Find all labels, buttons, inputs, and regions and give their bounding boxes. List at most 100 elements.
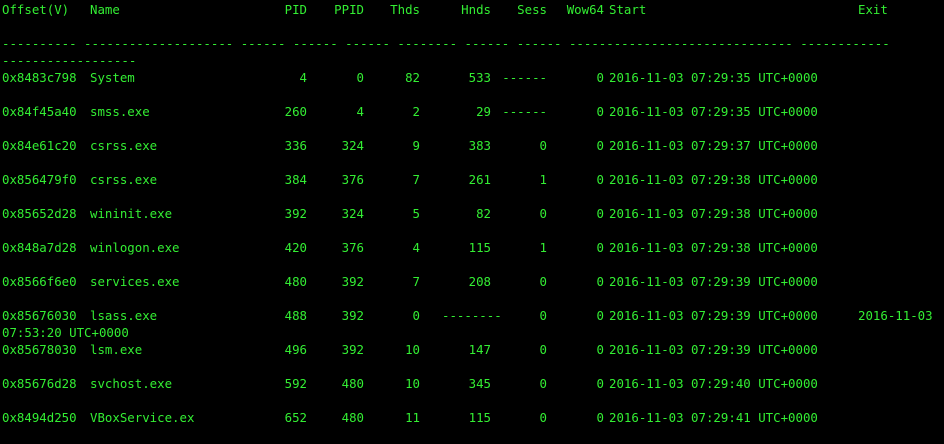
cell-sess: 0 bbox=[539, 410, 547, 425]
cell-wow64: 0 bbox=[596, 274, 604, 289]
cell-thds: 7 bbox=[412, 274, 420, 289]
cell-sess: 1 bbox=[539, 240, 547, 255]
cell-pid: 260 bbox=[284, 104, 307, 119]
cell-hnds: 383 bbox=[468, 138, 491, 153]
cell-name: csrss.exe bbox=[90, 172, 158, 187]
header-pid: PID bbox=[284, 2, 307, 17]
header-name: Name bbox=[90, 2, 120, 17]
header-hnds: Hnds bbox=[461, 2, 491, 17]
cell-start: 2016-11-03 07:29:38 UTC+0000 bbox=[609, 172, 818, 187]
cell-hnds: 82 bbox=[476, 206, 491, 221]
cell-name: VBoxService.ex bbox=[90, 410, 195, 425]
cell-exit: 2016-11-03 bbox=[858, 308, 933, 323]
header-thds: Thds bbox=[390, 2, 420, 17]
cell-thds: 82 bbox=[405, 70, 420, 85]
cell-pid: 336 bbox=[284, 138, 307, 153]
cell-ppid: 480 bbox=[341, 376, 364, 391]
cell-hnds: 115 bbox=[468, 240, 491, 255]
header-wow64: Wow64 bbox=[566, 2, 604, 17]
cell-sess: 0 bbox=[539, 376, 547, 391]
cell-offset: 0x84f45a40 bbox=[2, 104, 77, 119]
terminal-window[interactable]: Offset(V) Name PID PPID Thds Hnds Sess W… bbox=[0, 0, 944, 444]
cell-sess: 0 bbox=[539, 308, 547, 323]
cell-thds: 7 bbox=[412, 172, 420, 187]
cell-sess: 1 bbox=[539, 172, 547, 187]
cell-pid: 480 bbox=[284, 274, 307, 289]
cell-offset: 0x856479f0 bbox=[2, 172, 77, 187]
cell-thds: 4 bbox=[412, 240, 420, 255]
header-ppid: PPID bbox=[334, 2, 364, 17]
cell-name: csrss.exe bbox=[90, 138, 158, 153]
cell-sess: 0 bbox=[539, 138, 547, 153]
cell-start: 2016-11-03 07:29:39 UTC+0000 bbox=[609, 342, 818, 357]
cell-wow64: 0 bbox=[596, 308, 604, 323]
cell-ppid: 324 bbox=[341, 206, 364, 221]
cell-hnds: 208 bbox=[468, 274, 491, 289]
cell-ppid: 4 bbox=[356, 104, 364, 119]
cell-wow64: 0 bbox=[596, 70, 604, 85]
cell-offset: 0x8494d250 bbox=[2, 410, 77, 425]
cell-start: 2016-11-03 07:29:35 UTC+0000 bbox=[609, 70, 818, 85]
cell-name: System bbox=[90, 70, 135, 85]
cell-name: lsm.exe bbox=[90, 342, 143, 357]
cell-wow64: 0 bbox=[596, 138, 604, 153]
cell-thds: 5 bbox=[412, 206, 420, 221]
cell-pid: 4 bbox=[299, 70, 307, 85]
cell-hnds: 261 bbox=[468, 172, 491, 187]
cell-start: 2016-11-03 07:29:40 UTC+0000 bbox=[609, 376, 818, 391]
cell-ppid: 392 bbox=[341, 308, 364, 323]
cell-ppid: 392 bbox=[341, 274, 364, 289]
cell-start: 2016-11-03 07:29:39 UTC+0000 bbox=[609, 308, 818, 323]
cell-wow64: 0 bbox=[596, 342, 604, 357]
cell-pid: 652 bbox=[284, 410, 307, 425]
cell-hnds: 29 bbox=[476, 104, 491, 119]
cell-offset: 0x84e61c20 bbox=[2, 138, 77, 153]
cell-ppid: 392 bbox=[341, 342, 364, 357]
cell-name: services.exe bbox=[90, 274, 180, 289]
cell-hnds: 533 bbox=[468, 70, 491, 85]
cell-offset: 0x8566f6e0 bbox=[2, 274, 77, 289]
separator-line: ---------- -------------------- ------ -… bbox=[2, 36, 890, 51]
cell-thds: 9 bbox=[412, 138, 420, 153]
cell-offset: 0x8483c798 bbox=[2, 70, 77, 85]
cell-start: 2016-11-03 07:29:35 UTC+0000 bbox=[609, 104, 818, 119]
cell-wow64: 0 bbox=[596, 410, 604, 425]
cell-start: 2016-11-03 07:29:38 UTC+0000 bbox=[609, 240, 818, 255]
cell-wow64: 0 bbox=[596, 206, 604, 221]
cell-thds: 10 bbox=[405, 342, 420, 357]
cell-start: 2016-11-03 07:29:39 UTC+0000 bbox=[609, 274, 818, 289]
cell-offset: 0x85652d28 bbox=[2, 206, 77, 221]
cell-ppid: 324 bbox=[341, 138, 364, 153]
cell-ppid: 376 bbox=[341, 240, 364, 255]
cell-pid: 496 bbox=[284, 342, 307, 357]
cell-pid: 384 bbox=[284, 172, 307, 187]
cell-name: lsass.exe bbox=[90, 308, 158, 323]
cell-wow64: 0 bbox=[596, 172, 604, 187]
separator-wrap: ------------------ bbox=[2, 53, 137, 68]
cell-pid: 392 bbox=[284, 206, 307, 221]
cell-name: smss.exe bbox=[90, 104, 150, 119]
cell-ppid: 376 bbox=[341, 172, 364, 187]
cell-wow64: 0 bbox=[596, 104, 604, 119]
cell-start: 2016-11-03 07:29:41 UTC+0000 bbox=[609, 410, 818, 425]
cell-start: 2016-11-03 07:29:38 UTC+0000 bbox=[609, 206, 818, 221]
cell-sess: ------ bbox=[502, 70, 547, 85]
table-header: Offset(V) Name PID PPID Thds Hnds Sess W… bbox=[2, 1, 888, 18]
cell-exit-wrap: 07:53:20 UTC+0000 bbox=[2, 325, 129, 340]
cell-wow64: 0 bbox=[596, 240, 604, 255]
cell-pid: 592 bbox=[284, 376, 307, 391]
cell-sess: 0 bbox=[539, 342, 547, 357]
cell-name: winlogon.exe bbox=[90, 240, 180, 255]
header-exit: Exit bbox=[858, 2, 888, 17]
header-offset: Offset(V) bbox=[2, 2, 70, 17]
cell-sess: 0 bbox=[539, 206, 547, 221]
cell-sess: 0 bbox=[539, 274, 547, 289]
cell-ppid: 480 bbox=[341, 410, 364, 425]
cell-pid: 420 bbox=[284, 240, 307, 255]
cell-pid: 488 bbox=[284, 308, 307, 323]
cell-offset: 0x848a7d28 bbox=[2, 240, 77, 255]
cell-offset: 0x85676d28 bbox=[2, 376, 77, 391]
header-start: Start bbox=[609, 2, 647, 17]
header-sess: Sess bbox=[517, 2, 547, 17]
cell-start: 2016-11-03 07:29:37 UTC+0000 bbox=[609, 138, 818, 153]
